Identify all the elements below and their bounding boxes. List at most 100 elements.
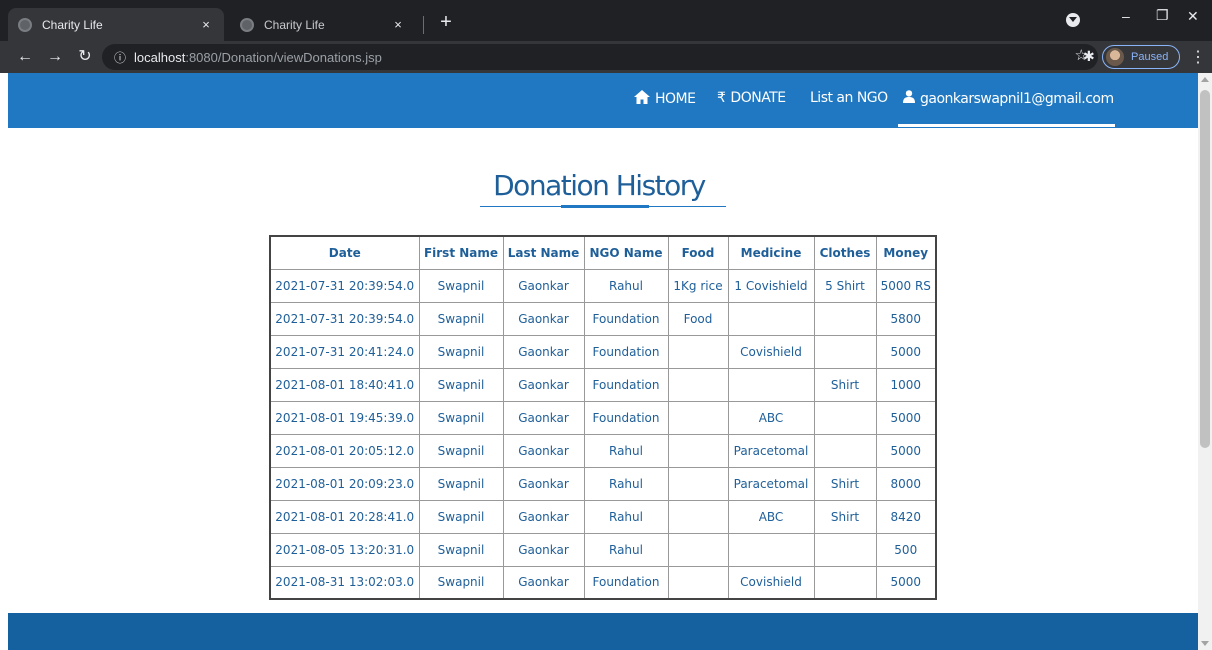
- cell-date: 2021-08-01 18:40:41.0: [269, 367, 420, 402]
- cell-last-name: Gaonkar: [502, 433, 585, 468]
- nav-list-ngo-label: List an NGO: [810, 90, 888, 106]
- cell-first-name: Swapnil: [418, 433, 504, 468]
- scroll-up-arrow-icon[interactable]: [1201, 77, 1209, 82]
- browser-window: Charity Life × Charity Life × + – ❐ ✕ ← …: [0, 0, 1212, 650]
- globe-icon: [240, 17, 254, 32]
- column-header-medicine: Medicine: [727, 235, 815, 270]
- back-icon[interactable]: ←: [14, 46, 36, 68]
- cell-ngo-name: Foundation: [583, 367, 669, 402]
- cell-ngo-name: Rahul: [583, 499, 669, 534]
- cell-first-name: Swapnil: [418, 400, 504, 435]
- info-icon[interactable]: ⓘ: [114, 49, 126, 66]
- donation-history-table: Date First Name Last Name NGO Name Food …: [269, 235, 937, 600]
- cell-date: 2021-08-01 20:28:41.0: [269, 499, 420, 534]
- new-tab-button[interactable]: +: [433, 10, 459, 36]
- cell-medicine: Covishield: [727, 565, 815, 600]
- cell-food: [667, 466, 729, 501]
- cell-last-name: Gaonkar: [502, 499, 585, 534]
- title-divider-accent: [561, 205, 649, 208]
- cell-ngo-name: Rahul: [583, 433, 669, 468]
- cell-food: [667, 334, 729, 369]
- cell-last-name: Gaonkar: [502, 301, 585, 336]
- cell-money: 5000: [875, 565, 937, 600]
- cell-ngo-name: Rahul: [583, 532, 669, 567]
- column-header-clothes: Clothes: [813, 235, 877, 270]
- cell-last-name: Gaonkar: [502, 334, 585, 369]
- scroll-down-arrow-icon[interactable]: [1201, 641, 1209, 646]
- page-footer: [8, 613, 1198, 650]
- column-header-first-name: First Name: [418, 235, 504, 270]
- cell-medicine: Paracetomal: [727, 433, 815, 468]
- cell-clothes: [813, 565, 877, 600]
- nav-user-account[interactable]: gaonkarswapnil1@gmail.com: [903, 90, 1114, 107]
- cell-clothes: Shirt: [813, 367, 877, 402]
- cell-first-name: Swapnil: [418, 532, 504, 567]
- nav-donate[interactable]: ₹ DONATE: [717, 90, 786, 106]
- window-close-icon[interactable]: ✕: [1187, 8, 1199, 25]
- table-row: 2021-07-31 20:39:54.0 Swapnil Gaonkar Rahul…: [269, 268, 937, 303]
- cell-money: 5000: [875, 334, 937, 369]
- cell-first-name: Swapnil: [418, 334, 504, 369]
- cell-medicine: [727, 301, 815, 336]
- nav-home-label: HOME: [655, 91, 696, 107]
- cell-medicine: Covishield: [727, 334, 815, 369]
- scrollbar-thumb[interactable]: [1200, 90, 1210, 448]
- cell-clothes: Shirt: [813, 499, 877, 534]
- cell-medicine: Paracetomal: [727, 466, 815, 501]
- cell-first-name: Swapnil: [418, 565, 504, 600]
- downloads-icon[interactable]: [1066, 13, 1080, 27]
- url-path: :8080/Donation/viewDonations.jsp: [185, 49, 382, 65]
- cell-first-name: Swapnil: [418, 466, 504, 501]
- cell-money: 5000 RS: [875, 268, 937, 303]
- cell-last-name: Gaonkar: [502, 532, 585, 567]
- cell-clothes: [813, 433, 877, 468]
- cell-first-name: Swapnil: [418, 499, 504, 534]
- cell-clothes: [813, 301, 877, 336]
- user-icon: [903, 90, 915, 107]
- url-host: localhost: [134, 49, 186, 65]
- profile-button[interactable]: Paused: [1102, 45, 1180, 69]
- extensions-icon[interactable]: ✱: [1083, 48, 1095, 65]
- close-tab-icon[interactable]: ×: [390, 17, 406, 32]
- active-nav-underline: [898, 124, 1115, 127]
- cell-ngo-name: Foundation: [583, 565, 669, 600]
- tab-charity-life[interactable]: Charity Life ×: [230, 8, 416, 41]
- table-row: 2021-08-01 20:28:41.0 Swapnil Gaonkar Rahul…: [269, 499, 937, 534]
- nav-home[interactable]: HOME: [634, 90, 696, 108]
- browser-menu-icon[interactable]: ⋮: [1190, 47, 1206, 67]
- minimize-icon[interactable]: –: [1122, 8, 1130, 24]
- column-header-money: Money: [875, 235, 937, 270]
- cell-food: [667, 565, 729, 600]
- tab-charity-life-active[interactable]: Charity Life ×: [8, 8, 224, 41]
- home-icon: [634, 90, 650, 108]
- cell-date: 2021-08-01 20:09:23.0: [269, 466, 420, 501]
- rupee-icon: ₹: [717, 90, 726, 106]
- column-header-food: Food: [667, 235, 729, 270]
- table-row: 2021-07-31 20:41:24.0 Swapnil Gaonkar Found…: [269, 334, 937, 369]
- restore-icon[interactable]: ❐: [1156, 7, 1169, 24]
- page-viewport: HOME ₹ DONATE List an NGO gaonkarswapnil…: [0, 73, 1212, 650]
- table-body: 2021-07-31 20:39:54.0 Swapnil Gaonkar Rahul…: [269, 268, 937, 600]
- globe-icon: [18, 17, 32, 32]
- cell-clothes: 5 Shirt: [813, 268, 877, 303]
- cell-money: 8420: [875, 499, 937, 534]
- nav-list-ngo[interactable]: List an NGO: [810, 90, 888, 106]
- site-navbar: HOME ₹ DONATE List an NGO gaonkarswapnil…: [8, 73, 1198, 128]
- tab-title: Charity Life: [42, 17, 103, 32]
- cell-medicine: [727, 532, 815, 567]
- address-bar[interactable]: ⓘ localhost :8080/Donation/viewDonations…: [102, 44, 1098, 70]
- avatar: [1106, 48, 1124, 66]
- cell-money: 8000: [875, 466, 937, 501]
- cell-medicine: ABC: [727, 400, 815, 435]
- cell-ngo-name: Rahul: [583, 268, 669, 303]
- cell-clothes: [813, 334, 877, 369]
- forward-icon[interactable]: →: [44, 46, 66, 68]
- cell-date: 2021-08-01 19:45:39.0: [269, 400, 420, 435]
- cell-money: 5000: [875, 400, 937, 435]
- cell-food: [667, 433, 729, 468]
- header-row: Date First Name Last Name NGO Name Food …: [269, 235, 937, 270]
- reload-icon[interactable]: ↻: [74, 46, 96, 68]
- close-tab-icon[interactable]: ×: [198, 17, 214, 32]
- table-row: 2021-08-01 20:05:12.0 Swapnil Gaonkar Rahul…: [269, 433, 937, 468]
- cell-money: 5000: [875, 433, 937, 468]
